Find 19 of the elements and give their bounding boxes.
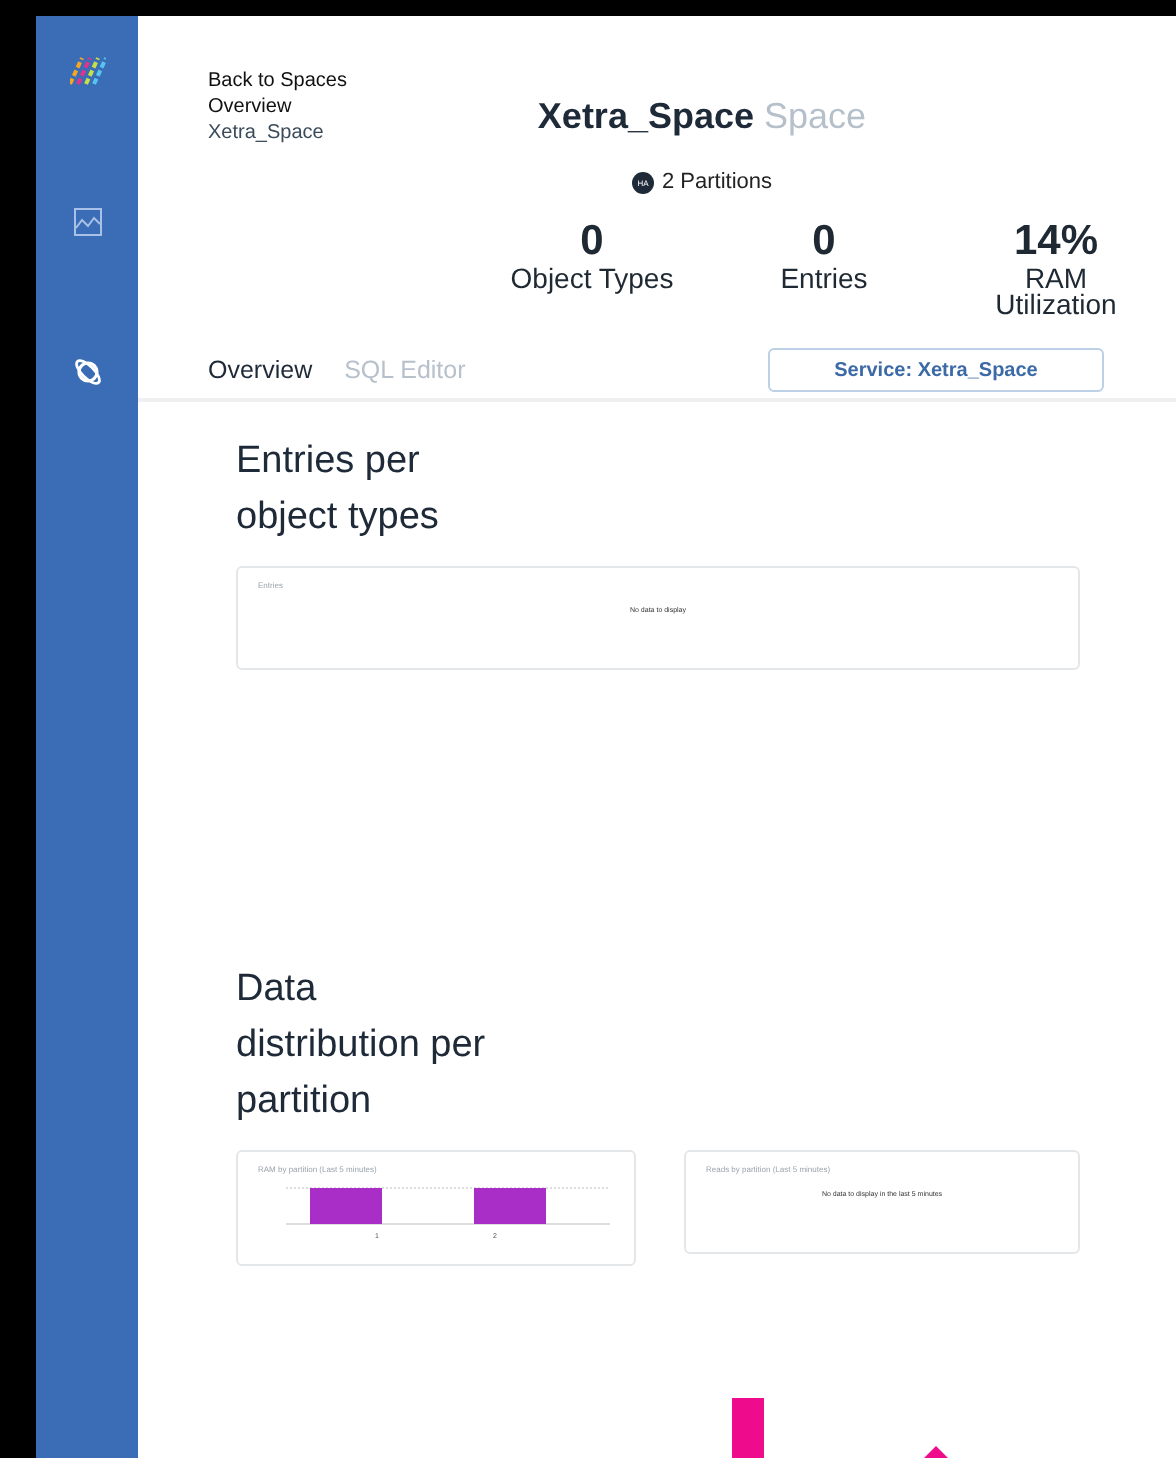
partitions-count: 2 Partitions <box>661 170 773 194</box>
section-heading: Entries per object types <box>236 438 441 542</box>
stat-label: Object Types <box>510 266 674 292</box>
logo-icon <box>69 52 105 88</box>
bar-shape <box>732 1398 764 1458</box>
breadcrumb-link[interactable]: Overview <box>208 96 408 118</box>
tab[interactable]: Overview <box>208 356 313 384</box>
planet-icon[interactable] <box>71 356 103 388</box>
stat-label: Entries <box>780 266 868 292</box>
breadcrumb-link[interactable]: Xetra_Space <box>208 122 408 144</box>
section-heading: Data distribution per partition <box>236 966 488 1126</box>
stat-value: 14% <box>1013 218 1099 266</box>
stat-value: 0 <box>580 218 604 266</box>
stat-value: 0 <box>812 218 836 266</box>
space-title: Xetra_Space Space <box>537 96 867 138</box>
service-button[interactable]: Service: Xetra_Space <box>768 348 1104 392</box>
chart-icon[interactable] <box>73 208 101 236</box>
stat-label: RAM Utilization <box>993 266 1119 318</box>
breadcrumb-link[interactable]: Back to Spaces <box>208 70 408 92</box>
